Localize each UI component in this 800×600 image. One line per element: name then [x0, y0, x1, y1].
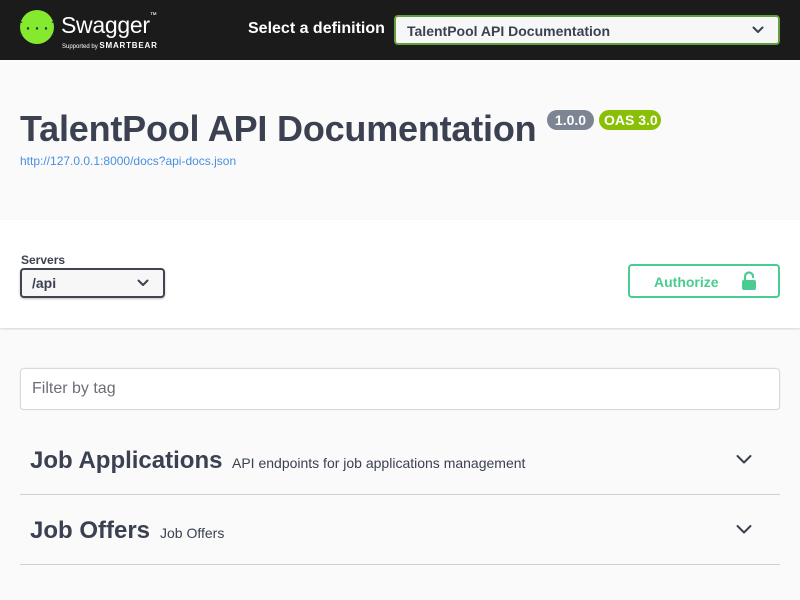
tag-section-job-applications[interactable]: Job Applications API endpoints for job a…: [20, 425, 780, 495]
tag-section-job-offers[interactable]: Job Offers Job Offers: [20, 495, 780, 565]
servers-select[interactable]: /api: [20, 268, 165, 298]
filter-box: [20, 368, 780, 410]
servers-label: Servers: [21, 253, 66, 267]
swagger-logo[interactable]: {···} Swagger™ Supported by SMARTBEAR: [20, 10, 170, 52]
definition-select-value: TalentPool API Documentation: [407, 23, 611, 39]
topbar: {···} Swagger™ Supported by SMARTBEAR Se…: [0, 0, 800, 60]
servers-section: Servers /api Authorize: [0, 220, 800, 328]
filter-by-tag-input[interactable]: [21, 369, 779, 409]
api-info: TalentPool API Documentation 1.0.0 OAS 3…: [0, 60, 800, 220]
chevron-down-icon[interactable]: [736, 454, 752, 465]
authorize-label: Authorize: [654, 274, 719, 290]
logo-title: Swagger™: [61, 12, 157, 38]
tag-description: API endpoints for job applications manag…: [232, 455, 526, 471]
definition-label: Select a definition: [248, 20, 385, 37]
tag-name: Job Applications: [30, 447, 223, 474]
servers-select-value: /api: [32, 275, 57, 291]
chevron-down-icon[interactable]: [736, 524, 752, 535]
swagger-logo-icon: {···}: [20, 10, 54, 44]
logo-subtitle: Supported by SMARTBEAR: [62, 41, 158, 50]
tag-description: Job Offers: [160, 525, 225, 541]
unlocked-padlock-icon: [742, 271, 756, 290]
oas-badge: OAS 3.0: [599, 110, 661, 130]
page-title: TalentPool API Documentation: [20, 108, 537, 149]
tag-name: Job Offers: [30, 517, 151, 544]
definition-select[interactable]: TalentPool API Documentation: [394, 15, 780, 45]
svg-text:{···}: {···}: [20, 21, 54, 38]
chevron-down-icon: [752, 26, 764, 33]
spec-url-link[interactable]: http://127.0.0.1:8000/docs?api-docs.json: [20, 154, 236, 168]
version-badge: 1.0.0: [547, 110, 594, 130]
authorize-button[interactable]: Authorize: [628, 264, 780, 298]
chevron-down-icon: [137, 279, 149, 286]
